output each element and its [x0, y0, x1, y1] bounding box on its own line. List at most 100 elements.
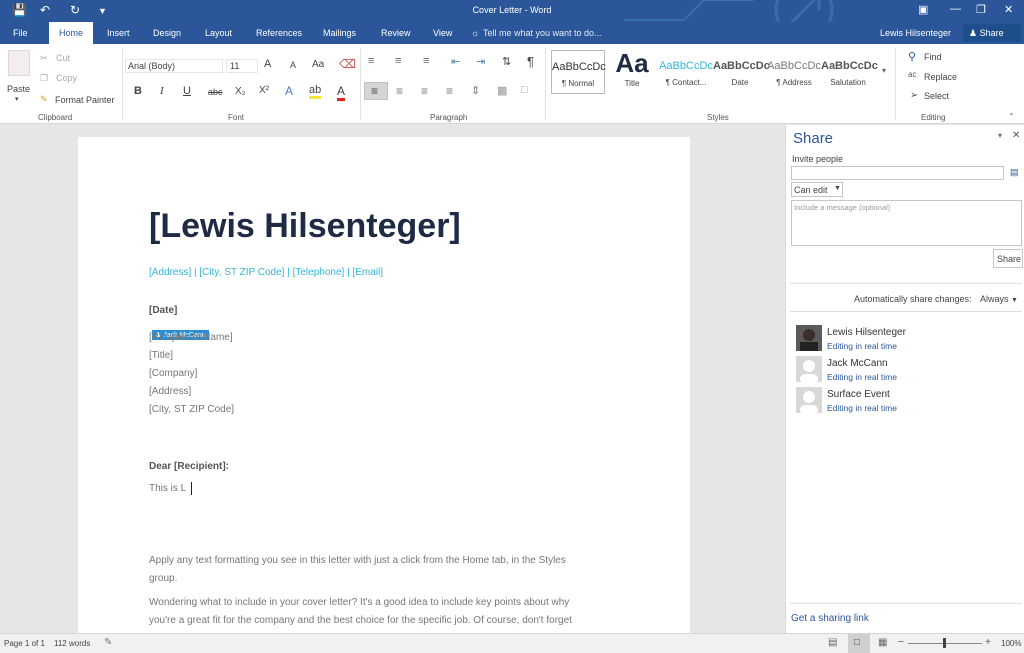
read-mode-icon[interactable]: ▤: [828, 637, 837, 648]
strikethrough-button[interactable]: abc: [208, 87, 223, 97]
minimize-icon[interactable]: —: [950, 3, 961, 15]
permission-select[interactable]: Can edit ▼: [791, 182, 843, 197]
tab-review[interactable]: Review: [381, 28, 411, 38]
style-preview: AaBbCcDc: [767, 60, 821, 72]
numbering-icon[interactable]: ≡: [395, 55, 401, 67]
sort-icon[interactable]: ⇅: [502, 55, 511, 68]
close-icon[interactable]: ✕: [1004, 3, 1013, 16]
tab-mailings[interactable]: Mailings: [323, 28, 356, 38]
pane-options-icon[interactable]: ▾: [998, 131, 1002, 140]
styles-more-icon[interactable]: ▾: [882, 66, 886, 75]
document-name-heading[interactable]: [Lewis Hilsenteger]: [149, 207, 461, 246]
show-formatting-button[interactable]: ¶: [527, 54, 534, 69]
style-date[interactable]: AaBbCcDc Date: [713, 50, 770, 94]
copy-button[interactable]: Copy: [56, 73, 77, 83]
bold-button[interactable]: B: [134, 85, 142, 97]
align-center-icon[interactable]: ≡: [396, 84, 403, 98]
italic-button[interactable]: I: [160, 85, 164, 97]
tab-layout[interactable]: Layout: [205, 28, 232, 38]
style-title[interactable]: Aa Title: [605, 48, 659, 94]
style-contact-info[interactable]: AaBbCcDc ¶ Contact...: [659, 50, 713, 94]
page-count[interactable]: Page 1 of 1: [4, 639, 45, 648]
auto-share-select[interactable]: Always ▼: [980, 294, 1018, 304]
paste-button[interactable]: Paste: [7, 84, 30, 94]
paste-dropdown-icon[interactable]: ▾: [15, 95, 19, 103]
grow-font-icon[interactable]: A: [264, 58, 271, 70]
tab-home[interactable]: Home: [49, 22, 94, 44]
zoom-out-button[interactable]: −: [898, 637, 904, 648]
line-spacing-icon[interactable]: ⇕: [471, 84, 480, 97]
recipient-name-field[interactable]: [Recipient's Name]: [149, 332, 233, 343]
tab-file[interactable]: File: [13, 28, 28, 38]
select-button[interactable]: Select: [924, 91, 949, 101]
date-field[interactable]: [Date]: [149, 305, 177, 316]
underline-button[interactable]: U: [183, 85, 191, 97]
salutation[interactable]: Dear [Recipient]:: [149, 461, 229, 472]
message-input[interactable]: Include a message (optional): [791, 200, 1022, 246]
clear-formatting-icon[interactable]: ⌫: [339, 57, 356, 71]
permission-value: Can edit: [794, 185, 828, 195]
typed-text[interactable]: This is L: [149, 483, 186, 494]
text-effects-icon[interactable]: A: [285, 84, 293, 98]
multilevel-list-icon[interactable]: ≡: [423, 55, 429, 67]
bullets-icon[interactable]: ≡: [368, 55, 374, 67]
shrink-font-icon[interactable]: A: [290, 60, 296, 70]
avatar: [796, 325, 822, 351]
body-paragraph-2-line-2[interactable]: you're a great fit for the company and t…: [149, 615, 572, 626]
contact-line[interactable]: [Address] | [City, ST ZIP Code] | [Telep…: [149, 267, 383, 278]
share-button[interactable]: ♟ Share: [963, 24, 1021, 42]
body-paragraph-1-line-1[interactable]: Apply any text formatting you see in thi…: [149, 555, 566, 566]
justify-icon[interactable]: ≡: [446, 84, 453, 98]
document-page[interactable]: [Lewis Hilsenteger] [Address] | [City, S…: [78, 137, 690, 633]
ribbon-display-icon[interactable]: ▣: [918, 3, 928, 16]
tab-insert[interactable]: Insert: [107, 28, 130, 38]
collapse-ribbon-icon[interactable]: ⌃: [1008, 112, 1015, 121]
web-layout-icon[interactable]: ▦: [878, 637, 887, 648]
style-salutation[interactable]: AaBbCcDc Salutation: [821, 50, 878, 94]
format-painter-button[interactable]: Format Painter: [55, 95, 115, 105]
account-name[interactable]: Lewis Hilsenteger: [880, 28, 951, 38]
sharing-link[interactable]: Get a sharing link: [791, 613, 869, 624]
zoom-level[interactable]: 100%: [1001, 639, 1021, 648]
search-icon: ⚲: [908, 51, 917, 63]
find-button[interactable]: Find: [924, 52, 942, 62]
chevron-down-icon: ▼: [834, 185, 841, 192]
proofing-icon[interactable]: ✎: [104, 637, 112, 648]
replace-button[interactable]: Replace: [924, 72, 957, 82]
close-pane-icon[interactable]: ✕: [1012, 130, 1020, 141]
font-name-select[interactable]: Arial (Body): [125, 59, 223, 73]
cut-button[interactable]: Cut: [56, 53, 70, 63]
align-right-icon[interactable]: ≡: [421, 84, 428, 98]
recipient-company-field[interactable]: [Company]: [149, 368, 197, 379]
body-paragraph-1-line-2[interactable]: group.: [149, 573, 177, 584]
document-canvas[interactable]: [Lewis Hilsenteger] [Address] | [City, S…: [0, 125, 784, 633]
highlight-icon[interactable]: ab: [309, 84, 322, 99]
font-size-select[interactable]: 11: [226, 59, 258, 73]
zoom-slider-thumb[interactable]: [943, 638, 946, 648]
recipient-address-field[interactable]: [Address]: [149, 386, 191, 397]
change-case-icon[interactable]: Aa: [312, 59, 324, 70]
recipient-city-field[interactable]: [City, ST ZIP Code]: [149, 404, 234, 415]
font-color-icon[interactable]: A: [337, 84, 346, 101]
superscript-button[interactable]: X²: [259, 85, 269, 96]
tab-view[interactable]: View: [433, 28, 452, 38]
increase-indent-icon[interactable]: ⇥: [476, 55, 485, 68]
address-book-icon[interactable]: ▤: [1010, 167, 1019, 178]
tab-references[interactable]: References: [256, 28, 302, 38]
tab-design[interactable]: Design: [153, 28, 181, 38]
shading-icon[interactable]: ▩: [497, 84, 507, 97]
style-normal[interactable]: AaBbCcDc ¶ Normal: [551, 50, 606, 94]
style-address[interactable]: AaBbCcDc ¶ Address: [767, 50, 821, 94]
borders-icon[interactable]: □: [521, 84, 528, 96]
tell-me-input[interactable]: Tell me what you want to do...: [483, 28, 602, 38]
subscript-button[interactable]: X₂: [235, 86, 246, 97]
decrease-indent-icon[interactable]: ⇤: [451, 55, 460, 68]
share-send-button[interactable]: Share: [993, 249, 1023, 268]
maximize-icon[interactable]: ❐: [976, 3, 986, 16]
word-count[interactable]: 112 words: [54, 639, 90, 648]
recipient-title-field[interactable]: [Title]: [149, 350, 173, 361]
zoom-in-button[interactable]: +: [985, 637, 991, 648]
body-paragraph-2-line-1[interactable]: Wondering what to include in your cover …: [149, 597, 569, 608]
style-name: ¶ Normal: [561, 79, 595, 88]
invite-people-input[interactable]: [791, 166, 1004, 180]
